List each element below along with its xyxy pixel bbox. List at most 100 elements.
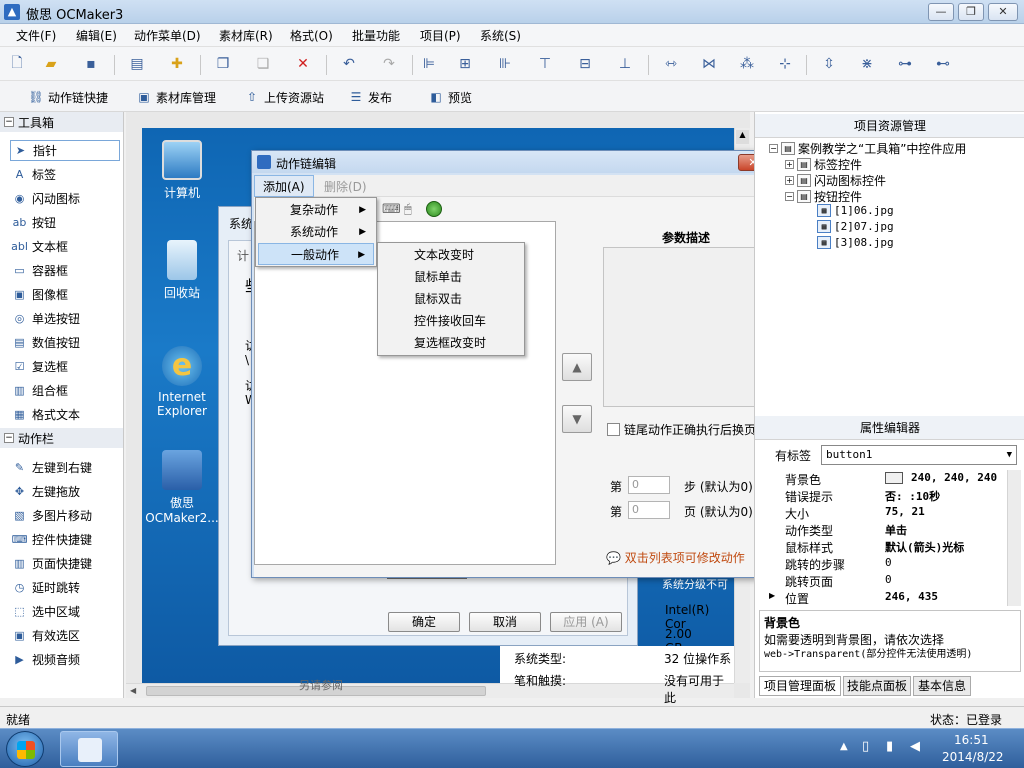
keyboard-icon[interactable]: ⌨ <box>382 202 401 217</box>
tool-radio[interactable]: ◎ 单选按钮 <box>10 308 120 329</box>
tab-project-panel[interactable]: 项目管理面板 <box>759 676 841 696</box>
redo-icon[interactable]: ↷ <box>380 55 398 73</box>
close-button[interactable]: ✕ <box>988 3 1018 21</box>
dialog-titlebar[interactable]: 动作链编辑 ✕ <box>252 151 770 173</box>
paste-icon[interactable]: ❏ <box>254 55 272 73</box>
tool-textbox[interactable]: abl 文本框 <box>10 236 120 257</box>
align-center-icon[interactable]: ⊞ <box>456 55 474 73</box>
action-multi-image[interactable]: ▧ 多图片移动 <box>10 505 120 526</box>
clock-time[interactable]: 16:51 <box>954 733 989 747</box>
props-scrollbar[interactable] <box>1007 470 1021 606</box>
taskbar-app-ocmaker[interactable] <box>60 731 118 767</box>
prop-row-error[interactable]: 错误提示 否: :10秒 <box>781 487 1021 504</box>
tool-image[interactable]: ▣ 图像框 <box>10 284 120 305</box>
prop-row-bgcolor[interactable]: 背景色 240, 240, 240 <box>781 470 1021 487</box>
dialog-menu-delete[interactable]: 删除(D) <box>324 178 367 195</box>
mouse-icon[interactable]: 🖱 <box>404 202 412 217</box>
action-left-to-right[interactable]: ✎ 左键到右键 <box>10 457 120 478</box>
align-bottom-icon[interactable]: ⊥ <box>616 55 634 73</box>
menu-item-complex-action[interactable]: 复杂动作 ▶ <box>258 199 374 221</box>
action-control-hotkey[interactable]: ⌨ 控件快捷键 <box>10 529 120 550</box>
submenu-text-changed[interactable]: 文本改变时 <box>380 244 522 266</box>
tool-pointer[interactable]: ➤ 指针 <box>10 140 120 161</box>
submenu-checkbox-changed[interactable]: 复选框改变时 <box>380 332 522 354</box>
tree-file-3[interactable]: ▦ [3]08.jpg <box>817 236 894 249</box>
menu-batch[interactable]: 批量功能 <box>352 27 400 44</box>
prop-row-position[interactable]: ▶ 位置 246, 435 <box>769 589 1021 606</box>
tree-node-label[interactable]: + ▤ 标签控件 <box>785 156 862 173</box>
new-file-icon[interactable]: 🗋 <box>8 55 26 73</box>
tool-numeric[interactable]: ▤ 数值按钮 <box>10 332 120 353</box>
align-right-icon[interactable]: ⊪ <box>496 55 514 73</box>
move-down-button[interactable]: ▼ <box>562 405 592 433</box>
action-select-area[interactable]: ⬚ 选中区域 <box>10 601 120 622</box>
tool-checkbox[interactable]: ☑ 复选框 <box>10 356 120 377</box>
move-up-button[interactable]: ▲ <box>562 353 592 381</box>
action-page-hotkey[interactable]: ▥ 页面快捷键 <box>10 553 120 574</box>
tool-button[interactable]: ab 按钮 <box>10 212 120 233</box>
menu-resources[interactable]: 素材库(R) <box>219 27 273 44</box>
control-selector[interactable]: button1 ▼ <box>821 445 1017 465</box>
same-width-icon[interactable]: ⇿ <box>662 55 680 73</box>
desktop-icon-ie[interactable]: e Internet Explorer <box>142 346 222 418</box>
copy-icon[interactable]: ❐ <box>214 55 232 73</box>
desktop-icon-ocmaker2[interactable]: 傲思 OCMaker2... <box>142 450 222 525</box>
desktop-icon-recycle-bin[interactable]: 回收站 <box>142 240 222 301</box>
page-turn-checkbox[interactable] <box>607 423 620 436</box>
action-video-audio[interactable]: ▶ 视频音频 <box>10 649 120 670</box>
tool-combobox[interactable]: ▥ 组合框 <box>10 380 120 401</box>
prop-row-action-type[interactable]: 动作类型 单击 <box>781 521 1021 538</box>
h-space-equal-icon[interactable]: ⁂ <box>738 55 756 73</box>
page-icon[interactable]: ▤ <box>128 55 146 73</box>
tree-node-button[interactable]: − ▤ 按钮控件 <box>785 188 862 205</box>
page-input[interactable]: 0 <box>628 501 670 519</box>
menu-system[interactable]: 系统(S) <box>480 27 521 44</box>
minimize-button[interactable]: — <box>928 3 954 21</box>
prop-row-size[interactable]: 大小 75, 21 <box>781 504 1021 521</box>
h-space-icon[interactable]: ⋈ <box>700 55 718 73</box>
tab-basic-info[interactable]: 基本信息 <box>913 676 971 696</box>
align-left-icon[interactable]: ⊫ <box>420 55 438 73</box>
preview-button[interactable]: ◧ 预览 <box>428 87 472 107</box>
start-button[interactable] <box>6 731 44 767</box>
menu-project[interactable]: 项目(P) <box>420 27 461 44</box>
align-top-icon[interactable]: ⊤ <box>536 55 554 73</box>
v-space-equal-icon[interactable]: ⊶ <box>896 55 914 73</box>
publish-button[interactable]: ☰ 发布 <box>348 87 392 107</box>
clock-date[interactable]: 2014/8/22 <box>942 750 1004 764</box>
dialog-menu-add[interactable]: 添加(A) <box>254 175 314 197</box>
v-space-icon[interactable]: ⋇ <box>858 55 876 73</box>
action-valid-area[interactable]: ▣ 有效选区 <box>10 625 120 646</box>
tray-device-icon[interactable]: ▯ <box>862 739 869 754</box>
save-icon[interactable]: ▪ <box>82 55 100 73</box>
puzzle-icon[interactable]: ✚ <box>168 55 186 73</box>
tree-file-2[interactable]: ▦ [2]07.jpg <box>817 220 894 233</box>
menu-format[interactable]: 格式(O) <box>290 27 333 44</box>
menu-item-system-action[interactable]: 系统动作 ▶ <box>258 221 374 243</box>
tool-label[interactable]: A 标签 <box>10 164 120 185</box>
tool-richtext[interactable]: ▦ 格式文本 <box>10 404 120 425</box>
apply-button[interactable]: 应用 (A) <box>550 612 622 632</box>
menu-edit[interactable]: 编辑(E) <box>76 27 117 44</box>
same-height-icon[interactable]: ⇳ <box>820 55 838 73</box>
upload-button[interactable]: ⇧ 上传资源站 <box>244 87 324 107</box>
desktop-icon-computer[interactable]: 计算机 <box>142 140 222 201</box>
align-middle-icon[interactable]: ⊟ <box>576 55 594 73</box>
h-space-dec-icon[interactable]: ⊹ <box>776 55 794 73</box>
action-chain-shortcut-button[interactable]: ⛓ 动作链快捷 <box>28 87 108 107</box>
network-icon[interactable]: ▮ <box>886 739 893 754</box>
menu-item-general-action[interactable]: 一般动作 ▶ <box>258 243 374 265</box>
submenu-mouse-click[interactable]: 鼠标单击 <box>380 266 522 288</box>
prop-row-jump-page[interactable]: 跳转页面 0 <box>781 572 1021 589</box>
open-folder-icon[interactable]: ▰ <box>42 55 60 73</box>
tree-root[interactable]: − ▤ 案例教学之“工具箱”中控件应用 <box>769 140 966 157</box>
prop-row-jump-step[interactable]: 跳转的步骤 0 <box>781 555 1021 572</box>
undo-icon[interactable]: ↶ <box>340 55 358 73</box>
v-space-dec-icon[interactable]: ⊷ <box>934 55 952 73</box>
prop-row-cursor[interactable]: 鼠标样式 默认(箭头)光标 <box>781 538 1021 555</box>
tool-flash-icon[interactable]: ◉ 闪动图标 <box>10 188 120 209</box>
maximize-button[interactable]: ❐ <box>958 3 984 21</box>
tray-up-icon[interactable]: ▲ <box>840 741 848 752</box>
action-delay-jump[interactable]: ◷ 延时跳转 <box>10 577 120 598</box>
resource-manage-button[interactable]: ▣ 素材库管理 <box>136 87 216 107</box>
